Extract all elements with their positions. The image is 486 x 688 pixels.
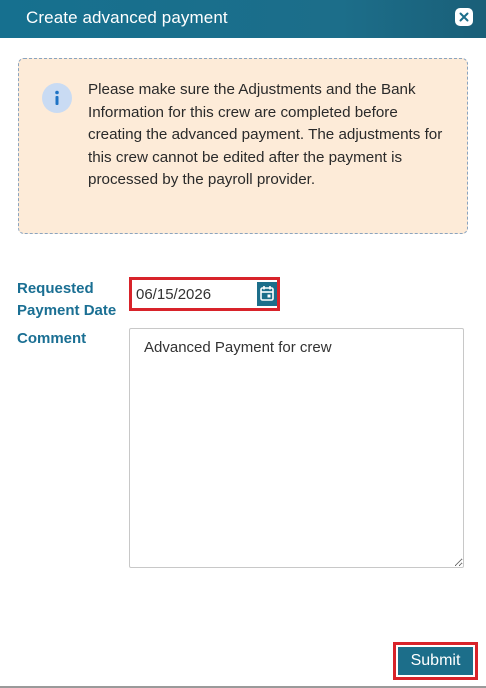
requested-date-field[interactable]: [129, 277, 280, 311]
submit-button[interactable]: Submit: [398, 647, 473, 675]
info-icon: [42, 83, 72, 113]
notice-message: Please make sure the Adjustments and the…: [88, 81, 443, 189]
info-notice: Please make sure the Adjustments and the…: [18, 58, 468, 234]
requested-date-label-line1: Requested: [17, 280, 94, 297]
dialog-title: Create advanced payment: [26, 8, 228, 27]
comment-textarea[interactable]: Advanced Payment for crew: [129, 328, 464, 568]
requested-date-label-line2: Payment Date: [17, 302, 117, 319]
requested-date-input[interactable]: [136, 283, 256, 305]
submit-highlight: Submit: [393, 642, 478, 680]
dialog-titlebar: Create advanced payment: [0, 0, 486, 38]
comment-label: Comment: [17, 330, 87, 347]
calendar-icon[interactable]: [257, 282, 277, 306]
requested-date-label: Requested Payment Date: [17, 278, 116, 322]
close-icon[interactable]: [455, 8, 473, 26]
